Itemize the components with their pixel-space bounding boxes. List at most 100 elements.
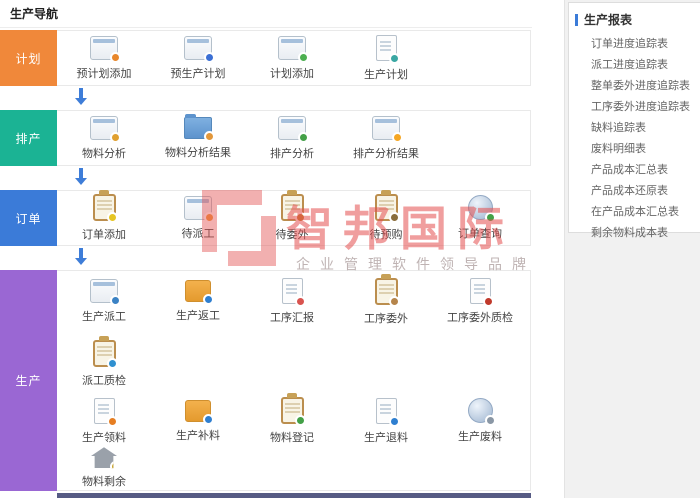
item-label: 排产分析结果 <box>353 145 419 161</box>
nav-item-dispatch-qc[interactable]: 派工质检 <box>57 340 151 388</box>
nav-item-material-replenish[interactable]: 生产补料 <box>151 400 245 443</box>
nav-item-scheduling-analysis[interactable]: 排产分析 <box>245 116 339 161</box>
icon-badge <box>389 53 400 64</box>
folder-chart-icon <box>184 117 212 139</box>
item-label: 工序汇报 <box>270 309 314 325</box>
report-link-surplus-material-cost[interactable]: 剩余物料成本表 <box>569 223 700 244</box>
icon-badge <box>298 132 309 143</box>
nav-item-pre-production-plan[interactable]: 预生产计划 <box>151 36 245 81</box>
report-link-shortage-tracking[interactable]: 缺料追踪表 <box>569 118 700 139</box>
down-arrow-icon <box>75 248 87 265</box>
reports-panel-header: 生产报表 <box>569 3 700 32</box>
icon-badge <box>483 296 494 307</box>
item-label: 物料剩余 <box>82 473 126 489</box>
report-link-product-cost-summary[interactable]: 产品成本汇总表 <box>569 160 700 181</box>
section-plan: 计划 预计划添加 预生产计划 计划添加 生产计划 <box>0 30 531 86</box>
section-scheduling-body: 物料分析 物料分析结果 排产分析 排产分析结果 <box>57 110 531 166</box>
doc-up-arrow-icon <box>376 398 397 424</box>
item-label: 生产废料 <box>458 428 502 444</box>
report-link-order-progress[interactable]: 订单进度追踪表 <box>569 34 700 55</box>
item-label: 生产返工 <box>176 307 220 323</box>
item-label: 派工质检 <box>82 372 126 388</box>
item-label: 生产领料 <box>82 429 126 445</box>
icon-badge <box>107 212 118 223</box>
nav-item-scheduling-analysis-result[interactable]: 排产分析结果 <box>339 116 433 161</box>
warehouse-icon <box>91 447 117 468</box>
icon-badge <box>295 296 306 307</box>
icon-badge <box>203 414 214 425</box>
nav-item-material-requisition[interactable]: 生产领料 <box>57 398 151 445</box>
nav-item-order-query[interactable]: 订单查询 <box>433 195 527 241</box>
window-person-icon <box>90 36 118 60</box>
icon-badge <box>485 415 496 426</box>
icon-badge <box>295 212 306 223</box>
nav-item-material-register[interactable]: 物料登记 <box>245 397 339 445</box>
clipboard-icon <box>93 194 116 221</box>
nav-item-process-report[interactable]: 工序汇报 <box>245 278 339 325</box>
section-plan-block[interactable]: 计划 <box>0 30 57 86</box>
clipboard-icon <box>375 194 398 221</box>
icon-badge <box>389 212 400 223</box>
nav-item-production-rework[interactable]: 生产返工 <box>151 280 245 323</box>
report-link-wip-cost-summary[interactable]: 在产品成本汇总表 <box>569 202 700 223</box>
report-link-whole-order-outsourcing-progress[interactable]: 整单委外进度追踪表 <box>569 76 700 97</box>
item-label: 生产退料 <box>364 429 408 445</box>
header-divider <box>0 27 532 28</box>
page-title: 生产导航 <box>10 5 58 22</box>
nav-item-order-add[interactable]: 订单添加 <box>57 194 151 242</box>
section-scheduling: 排产 物料分析 物料分析结果 排产分析 排产分析结果 <box>0 110 531 166</box>
doc-search-icon <box>376 35 397 61</box>
down-arrow-icon <box>75 168 87 185</box>
clipboard-icon <box>281 194 304 221</box>
icon-badge <box>203 294 214 305</box>
nav-item-process-outsourcing[interactable]: 工序委外 <box>339 278 433 326</box>
item-label: 预生产计划 <box>171 65 226 81</box>
window-search-icon <box>184 36 212 60</box>
item-label: 物料分析结果 <box>165 144 231 160</box>
item-label: 排产分析 <box>270 145 314 161</box>
nav-item-process-outsourcing-qc[interactable]: 工序委外质检 <box>433 278 527 325</box>
nav-item-production-dispatch[interactable]: 生产派工 <box>57 279 151 324</box>
nav-item-production-scrap[interactable]: 生产废料 <box>433 398 527 444</box>
report-link-scrap-detail[interactable]: 废料明细表 <box>569 139 700 160</box>
item-label: 工序委外 <box>364 310 408 326</box>
section-production-label: 生产 <box>15 372 41 389</box>
stacked-windows-icon <box>184 196 212 220</box>
icon-badge <box>298 52 309 63</box>
nav-item-material-return[interactable]: 生产退料 <box>339 398 433 445</box>
section-production-block[interactable]: 生产 <box>0 270 57 491</box>
section-scheduling-block[interactable]: 排产 <box>0 110 57 166</box>
nav-item-pre-plan-add[interactable]: 预计划添加 <box>57 36 151 81</box>
nav-item-production-plan[interactable]: 生产计划 <box>339 35 433 82</box>
icon-badge <box>107 416 118 427</box>
section-order: 订单 订单添加 待派工 待委外 待预购 <box>0 190 531 246</box>
nav-item-material-surplus[interactable]: 物料剩余 <box>57 447 151 489</box>
nav-item-pending-outsourcing[interactable]: 待委外 <box>245 194 339 242</box>
nav-item-material-analysis-result[interactable]: 物料分析结果 <box>151 117 245 160</box>
icon-badge <box>204 212 215 223</box>
globe-icon <box>468 398 493 423</box>
report-link-product-cost-restore[interactable]: 产品成本还原表 <box>569 181 700 202</box>
icon-badge <box>110 52 121 63</box>
nav-item-pending-dispatch[interactable]: 待派工 <box>151 196 245 241</box>
item-label: 待委外 <box>276 226 309 242</box>
section-production-body: 生产派工 生产返工 工序汇报 工序委外 工序委外质检 <box>57 270 531 491</box>
icon-badge <box>485 212 496 223</box>
icon-badge <box>110 461 121 472</box>
section-order-label: 订单 <box>15 210 41 227</box>
icon-badge <box>295 415 306 426</box>
item-label: 计划添加 <box>270 65 314 81</box>
pencil-box-icon <box>94 398 115 424</box>
clock-query-icon <box>468 195 493 220</box>
item-label: 生产计划 <box>364 66 408 82</box>
nav-item-material-analysis[interactable]: 物料分析 <box>57 116 151 161</box>
box-arrow-icon <box>185 280 211 302</box>
icon-badge <box>204 52 215 63</box>
icon-badge <box>107 358 118 369</box>
icon-badge <box>389 416 400 427</box>
report-link-dispatch-progress[interactable]: 派工进度追踪表 <box>569 55 700 76</box>
nav-item-pending-purchase[interactable]: 待预购 <box>339 194 433 242</box>
report-link-process-outsourcing-progress[interactable]: 工序委外进度追踪表 <box>569 97 700 118</box>
nav-item-plan-add[interactable]: 计划添加 <box>245 36 339 81</box>
section-order-block[interactable]: 订单 <box>0 190 57 246</box>
